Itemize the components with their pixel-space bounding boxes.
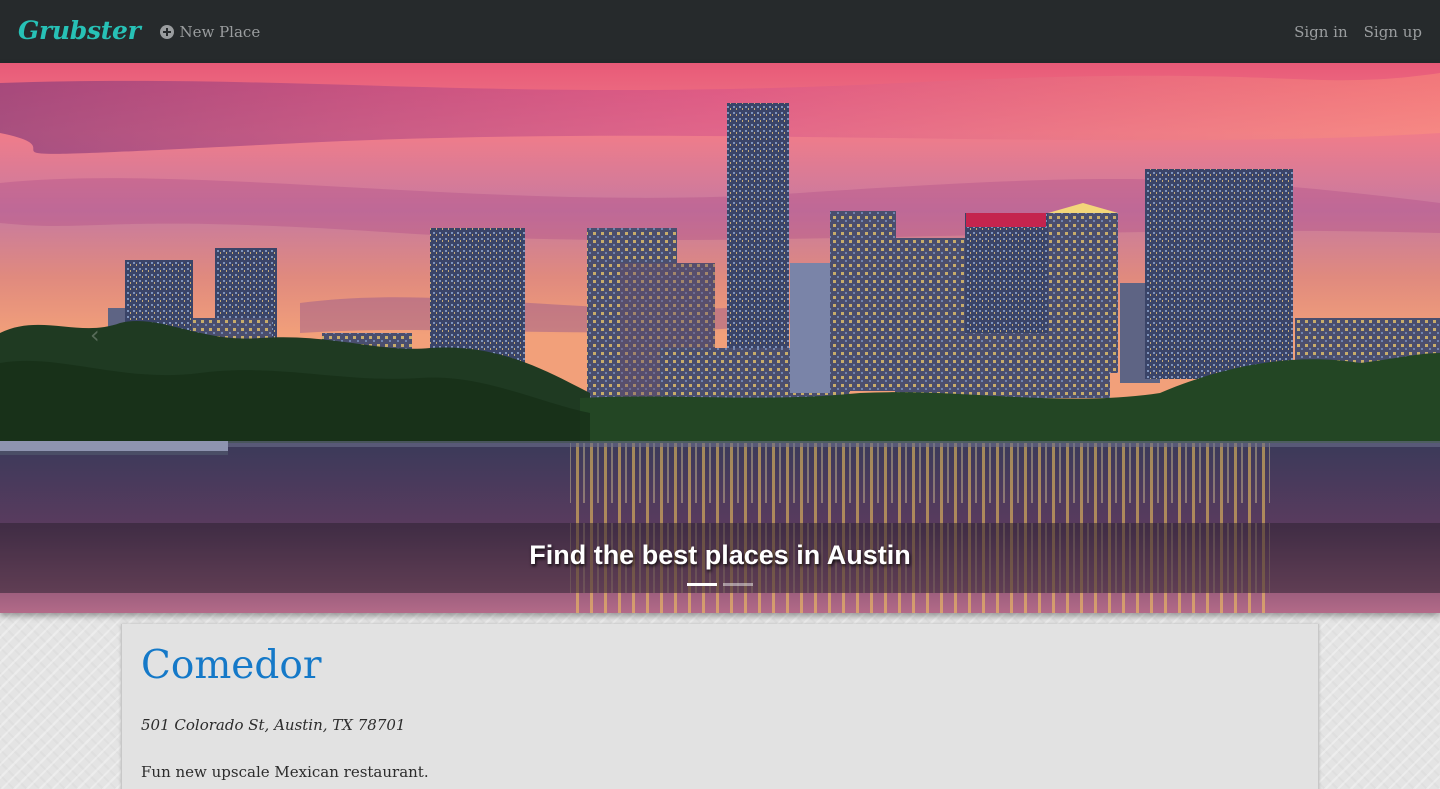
hero-carousel: ‹ Find the best places in Austin [0, 63, 1440, 613]
brand-logo[interactable]: Grubster [18, 16, 141, 45]
chevron-left-icon: ‹ [90, 321, 100, 349]
place-address: 501 Colorado St, Austin, TX 78701 [141, 716, 406, 734]
sign-in-link[interactable]: Sign in [1294, 23, 1348, 41]
sign-up-link[interactable]: Sign up [1364, 23, 1422, 41]
auth-links: Sign in Sign up [1294, 23, 1422, 41]
place-description: Fun new upscale Mexican restaurant. [141, 763, 429, 781]
plus-circle-icon [160, 24, 175, 39]
hero-caption: Find the best places in Austin [529, 540, 911, 570]
place-title-link[interactable]: Comedor [141, 642, 321, 690]
navbar: Grubster New Place Sign in Sign up [0, 0, 1440, 63]
new-place-label: New Place [179, 22, 261, 41]
carousel-prev-button[interactable]: ‹ [90, 321, 118, 349]
new-place-link[interactable]: New Place [160, 23, 260, 41]
place-card: Comedor 501 Colorado St, Austin, TX 7870… [121, 624, 1319, 789]
carousel-indicator-1[interactable] [687, 583, 717, 586]
carousel-indicator-2[interactable] [723, 583, 753, 586]
carousel-indicators [0, 583, 1440, 586]
